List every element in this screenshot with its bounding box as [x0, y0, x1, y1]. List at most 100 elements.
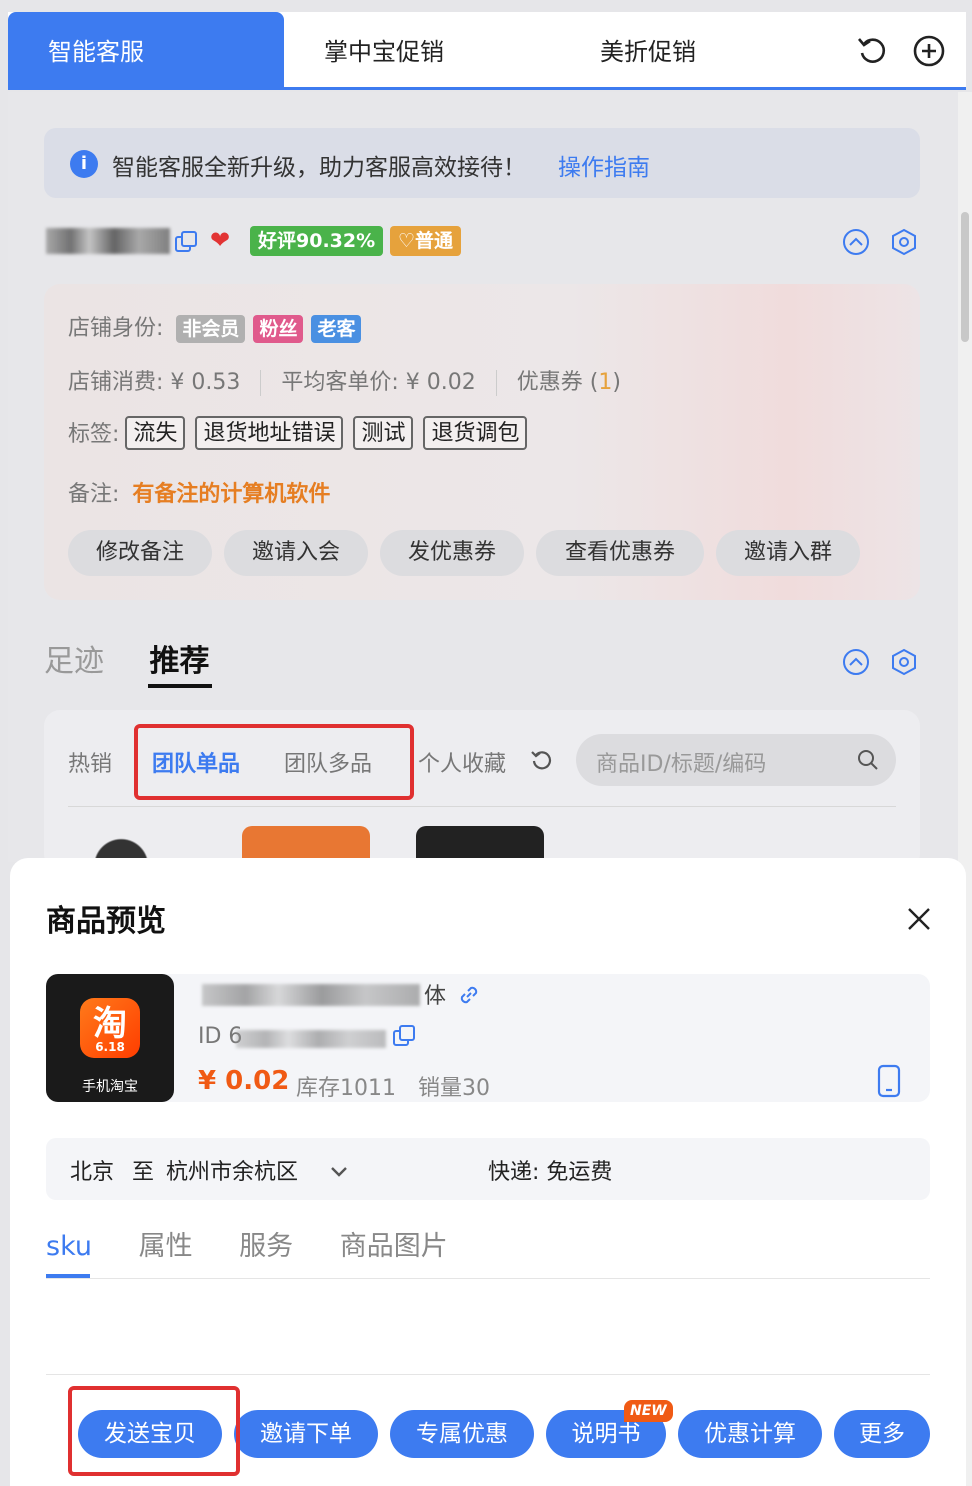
redacted-product-name	[202, 984, 420, 1006]
divider	[46, 1374, 930, 1375]
product-search-input[interactable]: 商品ID/标题/编码	[576, 734, 896, 786]
product-stock: 库存1011	[296, 1076, 396, 1101]
copy-icon[interactable]	[392, 1024, 416, 1048]
collapse-up-icon[interactable]	[842, 648, 870, 676]
store-spend: 店铺消费: ¥ 0.53	[68, 370, 241, 395]
filter-hot[interactable]: 热销	[68, 746, 112, 778]
logo-text: 淘	[93, 1004, 127, 1044]
tab-palm-promotion[interactable]: 掌中宝促销	[324, 12, 444, 88]
tab-recommend[interactable]: 推荐	[150, 644, 210, 679]
tab-smart-service[interactable]: 智能客服	[8, 12, 284, 88]
remark-label: 备注:	[68, 482, 120, 507]
refresh-icon[interactable]	[856, 34, 890, 68]
add-circle-icon[interactable]	[912, 34, 946, 68]
active-tab-indicator	[148, 684, 212, 688]
remark-row: 备注: 有备注的计算机软件	[68, 476, 330, 508]
coupon-text: 优惠券 (	[516, 370, 599, 395]
heart-icon: ❤	[210, 226, 231, 254]
info-icon: i	[70, 150, 98, 178]
tabs-divider	[46, 1278, 930, 1279]
tab-sku[interactable]: sku	[46, 1231, 92, 1262]
tag-non-member: 非会员	[176, 315, 246, 343]
shipping-row: 北京 至 杭州市余杭区 快递: 免运费	[46, 1138, 930, 1200]
avg-order: 平均客单价: ¥ 0.02	[281, 370, 476, 395]
notice-banner: i 智能客服全新升级，助力客服高效接待！ 操作指南	[44, 128, 920, 198]
product-sales: 销量30	[418, 1076, 490, 1101]
invite-member-button[interactable]: 邀请入会	[224, 530, 368, 576]
tag-fan: 粉丝	[253, 315, 304, 343]
identity-row: 店铺身份: 非会员 粉丝 老客	[68, 310, 369, 343]
coupon-count: 1	[598, 370, 613, 395]
diamond-icon: ♡	[398, 230, 416, 252]
tag-chip[interactable]: 测试	[353, 416, 414, 450]
close-icon[interactable]	[902, 902, 936, 936]
guide-link[interactable]: 操作指南	[558, 148, 650, 182]
link-icon[interactable]	[456, 982, 482, 1008]
taobao-logo: 淘 6.18	[80, 998, 140, 1058]
spending-row: 店铺消费: ¥ 0.53 平均客单价: ¥ 0.02 优惠券 (1)	[68, 364, 621, 396]
tag-chip[interactable]: 退货地址错误	[195, 416, 344, 450]
logo-sub: 6.18	[95, 1040, 125, 1054]
top-tab-bar: 智能客服 掌中宝促销 美折促销	[8, 12, 966, 90]
image-caption: 手机淘宝	[82, 1079, 138, 1095]
collapse-up-icon[interactable]	[842, 228, 870, 256]
product-image: 淘 6.18 手机淘宝	[46, 974, 174, 1102]
search-icon[interactable]	[856, 748, 880, 772]
ship-to-word: 至	[132, 1160, 155, 1185]
notice-text: 智能客服全新升级，助力客服高效接待！	[112, 155, 526, 181]
view-coupon-button[interactable]: 查看优惠券	[536, 530, 704, 576]
exclusive-offer-button[interactable]: 专属优惠	[390, 1410, 534, 1458]
invite-group-button[interactable]: 邀请入群	[716, 530, 860, 576]
search-placeholder: 商品ID/标题/编码	[596, 752, 767, 777]
tab-attributes[interactable]: 属性	[139, 1231, 193, 1262]
tags-row: 标签: 流失 退货地址错误 测试 退货调包	[68, 416, 537, 450]
ship-method: 快递: 免运费	[488, 1160, 613, 1185]
product-card: 淘 6.18 手机淘宝 体 ID 6 ¥ 0.02 库存1011 销量30	[46, 974, 930, 1102]
tag-chip[interactable]: 退货调包	[423, 416, 528, 450]
discount-calc-button[interactable]: 优惠计算	[678, 1410, 822, 1458]
preview-tabs: sku 属性 服务 商品图片	[46, 1224, 448, 1263]
mobile-icon[interactable]	[876, 1064, 902, 1098]
edit-remark-button[interactable]: 修改备注	[68, 530, 212, 576]
send-coupon-button[interactable]: 发优惠券	[380, 530, 524, 576]
highlight-box-filters	[134, 724, 414, 800]
level-badge: ♡普通	[390, 226, 462, 256]
invite-order-button[interactable]: 邀请下单	[234, 1410, 378, 1458]
product-name-tail: 体	[424, 984, 447, 1009]
level-badge-label: 普通	[415, 230, 454, 252]
identity-label: 店铺身份:	[68, 316, 164, 341]
redacted-product-id	[236, 1030, 386, 1048]
coupon-label[interactable]: 优惠券 (1)	[517, 370, 621, 395]
ship-destination-select[interactable]: 杭州市余杭区	[166, 1154, 298, 1186]
highlight-box-send	[68, 1386, 240, 1476]
tab-footprint[interactable]: 足迹	[44, 644, 104, 679]
tags-label: 标签:	[68, 422, 120, 447]
settings-hex-icon[interactable]	[890, 648, 918, 676]
new-badge: NEW	[624, 1400, 673, 1422]
product-preview-sheet: 商品预览 淘 6.18 手机淘宝 体 ID 6 ¥ 0.02 库存1011 销量3…	[10, 858, 966, 1486]
settings-hex-icon[interactable]	[890, 228, 918, 256]
redacted-customer-name	[46, 228, 170, 254]
tab-product-images[interactable]: 商品图片	[340, 1231, 448, 1262]
scrollbar-thumb[interactable]	[961, 212, 969, 342]
tab-services[interactable]: 服务	[239, 1231, 293, 1262]
product-price: ¥ 0.02	[198, 1066, 290, 1096]
divider	[68, 806, 896, 807]
chevron-down-icon[interactable]	[328, 1160, 350, 1182]
more-button[interactable]: 更多	[834, 1410, 930, 1458]
remark-text: 有备注的计算机软件	[132, 482, 331, 507]
tag-returning: 老客	[311, 315, 362, 343]
filter-personal-favorites[interactable]: 个人收藏	[418, 746, 506, 778]
divider	[260, 370, 262, 396]
coupon-close-paren: )	[612, 370, 621, 395]
rating-badge: 好评90.32%	[250, 226, 384, 256]
customer-name-row: ❤ 好评90.32% ♡普通	[44, 222, 944, 262]
sheet-title: 商品预览	[46, 904, 166, 939]
divider	[495, 370, 497, 396]
tab-meizhe-promotion[interactable]: 美折促销	[600, 12, 696, 88]
active-tab-indicator	[46, 1274, 90, 1278]
tag-chip[interactable]: 流失	[125, 416, 186, 450]
copy-icon[interactable]	[174, 230, 198, 254]
section-tabs: 足迹 推荐	[44, 636, 210, 680]
refresh-icon[interactable]	[530, 748, 554, 772]
